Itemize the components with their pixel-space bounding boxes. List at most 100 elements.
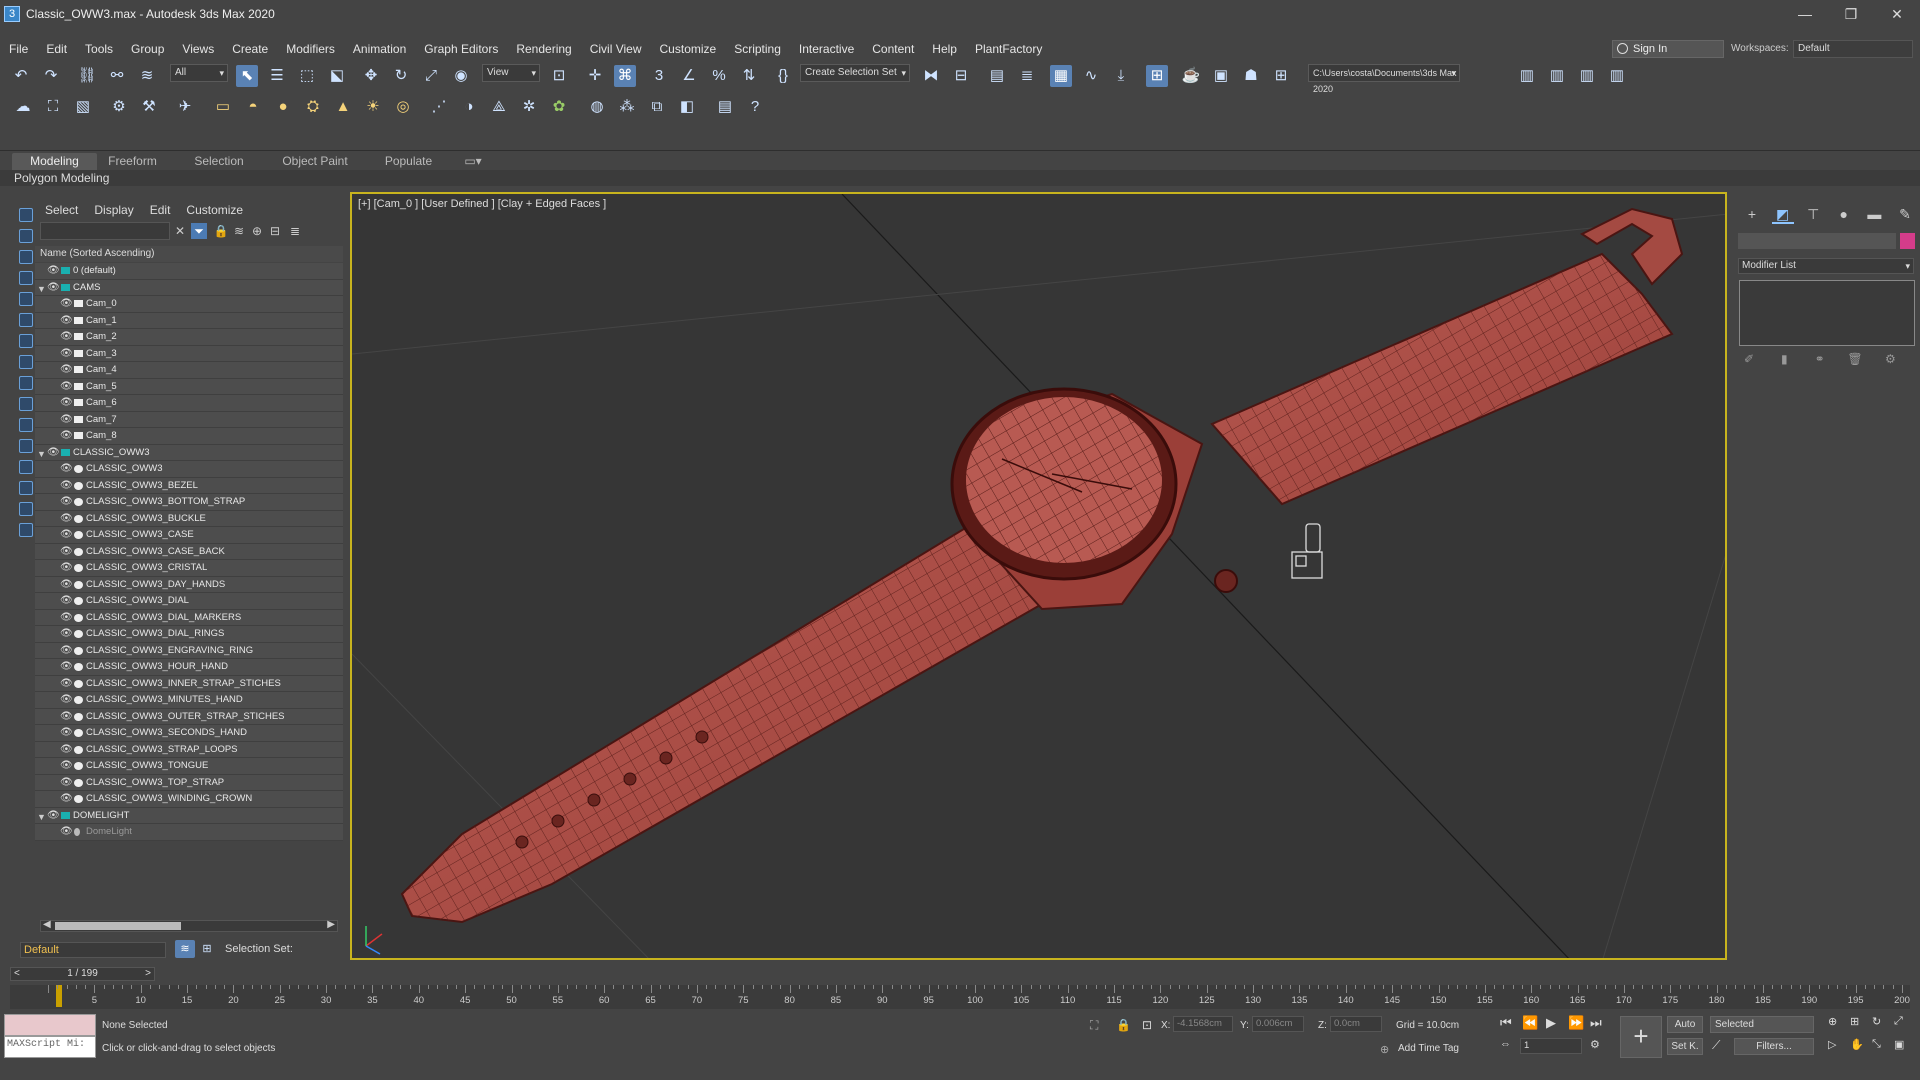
select-manipulate-icon[interactable]: ✛ (584, 65, 606, 87)
tab-freeform[interactable]: Freeform (100, 153, 165, 170)
current-frame-field[interactable]: 1 (1520, 1038, 1582, 1054)
minimize-button[interactable]: — (1782, 0, 1828, 28)
pivot-center-icon[interactable]: ⊡ (548, 65, 570, 87)
zoom-all-icon[interactable]: ⊞ (1850, 1015, 1859, 1028)
current-layer-dropdown[interactable]: Default (20, 942, 166, 958)
visibility-eye-icon[interactable]: 👁 (47, 445, 60, 461)
menu-scripting[interactable]: Scripting (725, 39, 790, 59)
visibility-eye-icon[interactable]: 👁 (60, 494, 73, 510)
explorer-row[interactable]: 👁 CLASSIC_OWW3_DIAL_MARKERS (35, 609, 343, 626)
visibility-eye-icon[interactable]: 👁 (60, 329, 73, 345)
display-hierarchy-icon[interactable] (19, 481, 33, 495)
explorer-menu-edit[interactable]: Edit (150, 200, 171, 220)
explorer-row[interactable]: ▼ 👁 DOMELIGHT (35, 807, 343, 824)
display-particles-icon[interactable] (19, 418, 33, 432)
zoom-icon[interactable]: ⊕ (1828, 1015, 1837, 1028)
close-button[interactable]: ✕ (1874, 0, 1920, 28)
color-swatches-icon[interactable]: ⁂ (616, 96, 638, 118)
key-mode-icon[interactable]: ⇔ (1500, 1038, 1511, 1050)
explorer-row[interactable]: 👁 Cam_6 (35, 395, 343, 412)
visibility-eye-icon[interactable]: 👁 (60, 544, 73, 560)
maxscript-output[interactable] (4, 1014, 96, 1036)
explorer-row[interactable]: 👁 CLASSIC_OWW3_DAY_HANDS (35, 576, 343, 593)
expand-toggle-icon[interactable]: ▼ (37, 281, 46, 297)
remove-modifier-icon[interactable]: 🗑 (1845, 352, 1865, 366)
selection-lock-icon[interactable]: 🔒 (1116, 1018, 1131, 1032)
filter-icon[interactable]: ⏷ (191, 223, 207, 239)
fur-icon[interactable]: ⋰ (428, 96, 450, 118)
move-icon[interactable]: ✥ (360, 65, 382, 87)
snaps-toggle-icon[interactable]: 3 (648, 65, 670, 87)
explorer-row[interactable]: 👁 Cam_4 (35, 362, 343, 379)
isolate-icon[interactable]: ⛶ (1090, 1018, 1098, 1033)
restore-button[interactable]: ❐ (1828, 0, 1874, 28)
explorer-row[interactable]: 👁 Cam_7 (35, 411, 343, 428)
time-config-icon[interactable]: ⚙ (1590, 1038, 1600, 1051)
create-tab-icon[interactable]: + (1741, 204, 1763, 224)
edit-named-selection-icon[interactable]: {} (772, 65, 794, 87)
window-crossing-icon[interactable]: ⬕ (326, 65, 348, 87)
toggle-ribbon-icon[interactable]: ▦ (1050, 65, 1072, 87)
menu-help[interactable]: Help (923, 39, 966, 59)
menu-edit[interactable]: Edit (37, 39, 76, 59)
visibility-eye-icon[interactable]: 👁 (60, 412, 73, 428)
menu-interactive[interactable]: Interactive (790, 39, 863, 59)
menu-group[interactable]: Group (122, 39, 173, 59)
project-folder-open-icon[interactable]: ▥ (1546, 65, 1568, 87)
menu-tools[interactable]: Tools (76, 39, 122, 59)
mesh-export-icon[interactable]: ⟁ (488, 96, 510, 118)
menu-content[interactable]: Content (863, 39, 923, 59)
explorer-row[interactable]: 👁 CLASSIC_OWW3_TONGUE (35, 758, 343, 775)
app-icon[interactable]: 3 (4, 6, 20, 22)
menu-create[interactable]: Create (223, 39, 277, 59)
scene-explorer-icon[interactable]: ▤ (986, 65, 1008, 87)
scroll-thumb[interactable] (55, 922, 181, 930)
explorer-row[interactable]: 👁 CLASSIC_OWW3_STRAP_LOOPS (35, 741, 343, 758)
visibility-eye-icon[interactable]: 👁 (60, 395, 73, 411)
lightmix-icon[interactable]: ◧ (676, 96, 698, 118)
maxscript-listener[interactable]: MAXScript Mi: (4, 1014, 96, 1058)
rect-selection-icon[interactable]: ⬚ (296, 65, 318, 87)
camera-gizmo[interactable] (1291, 523, 1323, 579)
spinner-snap-icon[interactable]: ⇅ (738, 65, 760, 87)
render-in-cloud-icon[interactable]: ⊞ (1270, 65, 1292, 87)
display-all-icon[interactable] (19, 460, 33, 474)
explorer-row[interactable]: 👁 CLASSIC_OWW3_MINUTES_HAND (35, 692, 343, 709)
pin-stack-icon[interactable]: ✐ (1739, 352, 1759, 366)
visibility-eye-icon[interactable]: 👁 (47, 280, 60, 296)
z-coordinate-field[interactable]: 0.0cm (1330, 1016, 1382, 1032)
orbit-icon[interactable]: ↻ (1872, 1015, 1881, 1028)
visibility-eye-icon[interactable]: 👁 (60, 692, 73, 708)
project-folder-settings-icon[interactable]: ▥ (1606, 65, 1628, 87)
display-tab-icon[interactable]: ▬ (1863, 204, 1885, 224)
explorer-row[interactable]: ▼ 👁 CAMS (35, 279, 343, 297)
maximize-viewport-icon[interactable]: ⤢ (1894, 1015, 1903, 1028)
timeline-track[interactable]: 5 10 15 20 25 30 35 40 45 50 55 60 65 70 75 80 85 90 95 100… (10, 985, 1910, 1009)
workspace-select[interactable]: Default (1793, 40, 1913, 58)
vfb-icon[interactable]: ⧉ (646, 96, 668, 118)
visibility-eye-icon[interactable]: 👁 (60, 758, 73, 774)
explorer-menu-customize[interactable]: Customize (186, 200, 243, 220)
viewport-toggle-icon[interactable]: ▣ (1894, 1038, 1904, 1051)
go-to-end-icon[interactable]: ⏭ (1590, 1015, 1602, 1031)
sphere-light-icon[interactable]: ● (272, 96, 294, 118)
visibility-eye-icon[interactable]: 👁 (60, 742, 73, 758)
layer-explorer-toggle-icon[interactable]: ≋ (175, 940, 195, 958)
menu-civil-view[interactable]: Civil View (581, 39, 651, 59)
visibility-eye-icon[interactable]: 👁 (60, 362, 73, 378)
mirror-icon[interactable]: ⧓ (920, 65, 942, 87)
scroll-right-icon[interactable]: ▶ (327, 919, 335, 930)
show-end-result-icon[interactable]: ▮ (1774, 352, 1794, 366)
visibility-eye-icon[interactable]: 👁 (60, 643, 73, 659)
explorer-row[interactable]: 👁 Cam_3 (35, 345, 343, 362)
explorer-search-input[interactable] (40, 222, 170, 240)
rendered-frame-window-icon[interactable]: ▣ (1210, 65, 1232, 87)
display-spacewarps-icon[interactable] (19, 334, 33, 348)
render-setup-icon[interactable]: ☕ (1180, 65, 1202, 87)
menu-modifiers[interactable]: Modifiers (277, 39, 344, 59)
field-of-view-icon[interactable]: ▷ (1828, 1038, 1836, 1051)
layers-icon[interactable]: ≋ (231, 223, 247, 239)
key-tangent-icon[interactable]: ⟋ (1712, 1038, 1720, 1053)
display-helpers-icon[interactable] (19, 313, 33, 327)
display-lights-icon[interactable] (19, 271, 33, 285)
